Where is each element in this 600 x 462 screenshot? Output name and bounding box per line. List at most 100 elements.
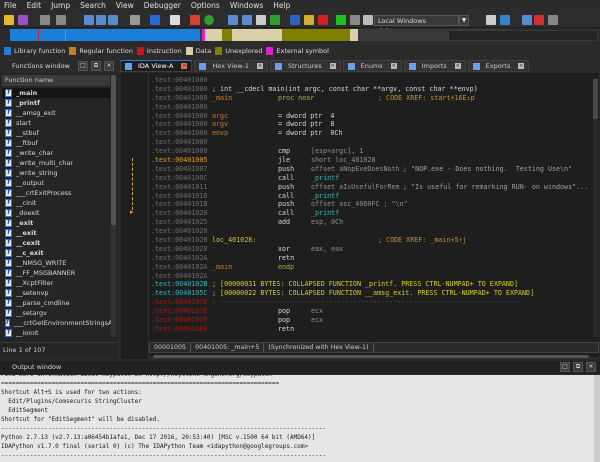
add-icon[interactable]: [228, 15, 238, 25]
code-line[interactable]: .text:00401000 argv = dword ptr 8: [151, 120, 591, 129]
function-list-item[interactable]: f __parse_cmdline: [2, 298, 110, 308]
code-line[interactable]: .text:0040105C ; [00000022 BYTES: COLLAPS…: [151, 289, 591, 298]
code-line[interactable]: .text:00401000 cmp [esp+argc], 1: [151, 147, 591, 156]
code-line[interactable]: .text:0040107E pop ecx: [151, 307, 591, 316]
edit-icon[interactable]: [304, 15, 314, 25]
function-list-item[interactable]: f _write_char: [2, 148, 110, 158]
ida-view-a[interactable]: ▸ .text:00401000 .text:00401000; int __cd…: [120, 72, 600, 359]
menu-help[interactable]: Help: [269, 0, 296, 13]
function-list-item[interactable]: f __cexit: [2, 238, 110, 248]
xref-icon[interactable]: [270, 15, 280, 25]
tab-enums[interactable]: Enums ×: [342, 60, 402, 72]
menu-windows[interactable]: Windows: [226, 0, 269, 13]
pause-icon[interactable]: [350, 15, 360, 25]
stop-icon[interactable]: [190, 15, 200, 25]
disassembly-listing[interactable]: .text:00401000 .text:00401000; int __cdec…: [151, 76, 591, 334]
tab-close-icon[interactable]: ×: [329, 63, 336, 69]
save-icon[interactable]: [18, 15, 28, 25]
stop-debug-icon[interactable]: [363, 15, 373, 25]
code-line[interactable]: .text:00401011 push offset aIsUsefulForRem…: [151, 183, 591, 192]
function-list-item[interactable]: f __exit: [2, 228, 110, 238]
graph-icon[interactable]: [170, 15, 180, 25]
menu-edit[interactable]: Edit: [23, 0, 48, 13]
function-list-item[interactable]: f ___crtExitProcess: [2, 188, 110, 198]
patch-icon[interactable]: [290, 15, 300, 25]
function-list-item[interactable]: f __c_exit: [2, 248, 110, 258]
nav-band-select[interactable]: [448, 30, 598, 41]
settings-icon[interactable]: [130, 15, 140, 25]
float-icon[interactable]: ⧉: [573, 362, 583, 372]
scrollbar-thumb[interactable]: [111, 75, 116, 225]
code-line[interactable]: .text:0040107E ; ------------------------…: [151, 298, 591, 307]
close-icon[interactable]: ×: [586, 362, 596, 372]
flag-icon[interactable]: [150, 15, 160, 25]
trace-icon[interactable]: [548, 15, 558, 25]
data-icon[interactable]: [108, 15, 118, 25]
code-icon[interactable]: [96, 15, 106, 25]
function-list-item[interactable]: f _write_string: [2, 168, 110, 178]
column-header-function-name[interactable]: Function name: [2, 75, 110, 86]
float-icon[interactable]: ⧉: [91, 61, 101, 71]
function-list-item[interactable]: f start: [2, 118, 110, 128]
tab-structures[interactable]: Structures ×: [270, 60, 341, 72]
function-list-item[interactable]: f __FF_MSGBANNER: [2, 268, 110, 278]
tab-exports[interactable]: Exports ×: [467, 60, 530, 72]
code-line[interactable]: .text:0040102A: [151, 272, 591, 281]
code-line[interactable]: .text:00401025 add esp, 0Ch: [151, 218, 591, 227]
function-list-item[interactable]: f __stbuf: [2, 128, 110, 138]
tab-hex-view-1[interactable]: Hex View-1 ×: [194, 60, 268, 72]
tab-close-icon[interactable]: ×: [390, 63, 397, 69]
code-line[interactable]: .text:00401000 envp = dword ptr 0Ch: [151, 129, 591, 138]
code-line[interactable]: .text:00401016 call _printf: [151, 192, 591, 201]
hex-icon[interactable]: [84, 15, 94, 25]
breakpoint-icon[interactable]: [534, 15, 544, 25]
code-line[interactable]: .text:0040102B ; [00000031 BYTES: COLLAPS…: [151, 280, 591, 289]
struct-icon[interactable]: [256, 15, 266, 25]
tab-imports[interactable]: Imports ×: [403, 60, 466, 72]
function-list-item[interactable]: f __ftbuf: [2, 138, 110, 148]
menu-search[interactable]: Search: [76, 0, 112, 13]
back-icon[interactable]: [40, 15, 50, 25]
scrollbar[interactable]: [594, 375, 600, 462]
code-line[interactable]: .text:0040101B push offset asc_4060FC ; "\…: [151, 200, 591, 209]
delete-icon[interactable]: [318, 15, 328, 25]
tab-close-icon[interactable]: ×: [454, 63, 461, 69]
code-line[interactable]: .text:00401028: [151, 227, 591, 236]
scrollbar-thumb[interactable]: [593, 79, 598, 119]
tab-close-icon[interactable]: ×: [181, 63, 188, 69]
code-line[interactable]: .text:00401028 xor eax, eax: [151, 245, 591, 254]
chart-icon[interactable]: [522, 15, 532, 25]
code-line[interactable]: .text:00401000: [151, 103, 591, 112]
minimize-icon[interactable]: □: [560, 362, 570, 372]
function-list-item[interactable]: f _doexit: [2, 208, 110, 218]
function-list-item[interactable]: f _write_multi_char: [2, 158, 110, 168]
close-icon[interactable]: ×: [104, 61, 114, 71]
horizontal-scrollbar[interactable]: [153, 355, 589, 358]
run-script-icon[interactable]: [204, 15, 214, 25]
debugger-select[interactable]: Local Windows debugger: [374, 15, 459, 35]
segment-icon[interactable]: [242, 15, 252, 25]
function-list-item[interactable]: f __output: [2, 178, 110, 188]
code-line[interactable]: .text:0040100C call _printf: [151, 174, 591, 183]
code-line[interactable]: .text:00401005 jle short loc_401028: [151, 156, 591, 165]
code-line[interactable]: .text:00401020 call _printf: [151, 209, 591, 218]
function-list-item[interactable]: f __setargv: [2, 308, 110, 318]
function-list-item[interactable]: f __amsg_exit: [2, 108, 110, 118]
code-line[interactable]: .text:00401000: [151, 138, 591, 147]
code-line[interactable]: .text:0040102A retn: [151, 254, 591, 263]
tab-close-icon[interactable]: ×: [518, 63, 525, 69]
function-list-item[interactable]: f _printf: [2, 98, 110, 108]
function-list-item[interactable]: f __NMSG_WRITE: [2, 258, 110, 268]
tab-ida-view-a[interactable]: IDA View-A ×: [120, 60, 193, 72]
code-line[interactable]: .text:0040107F pop ecx: [151, 316, 591, 325]
code-line[interactable]: .text:00401000 _main proc near ; CODE XREF:…: [151, 94, 591, 103]
chevron-down-icon[interactable]: ▼: [459, 15, 469, 26]
code-line[interactable]: .text:00401000 argc = dword ptr 4: [151, 112, 591, 121]
code-line[interactable]: .text:00401080 retn: [151, 325, 591, 334]
function-list-item[interactable]: f _exit: [2, 218, 110, 228]
menu-options[interactable]: Options: [187, 0, 226, 13]
function-list-item[interactable]: f __ioinit: [2, 328, 110, 338]
start-debug-icon[interactable]: [336, 15, 346, 25]
forward-icon[interactable]: [56, 15, 66, 25]
code-line[interactable]: .text:0040102A _main endp: [151, 263, 591, 272]
